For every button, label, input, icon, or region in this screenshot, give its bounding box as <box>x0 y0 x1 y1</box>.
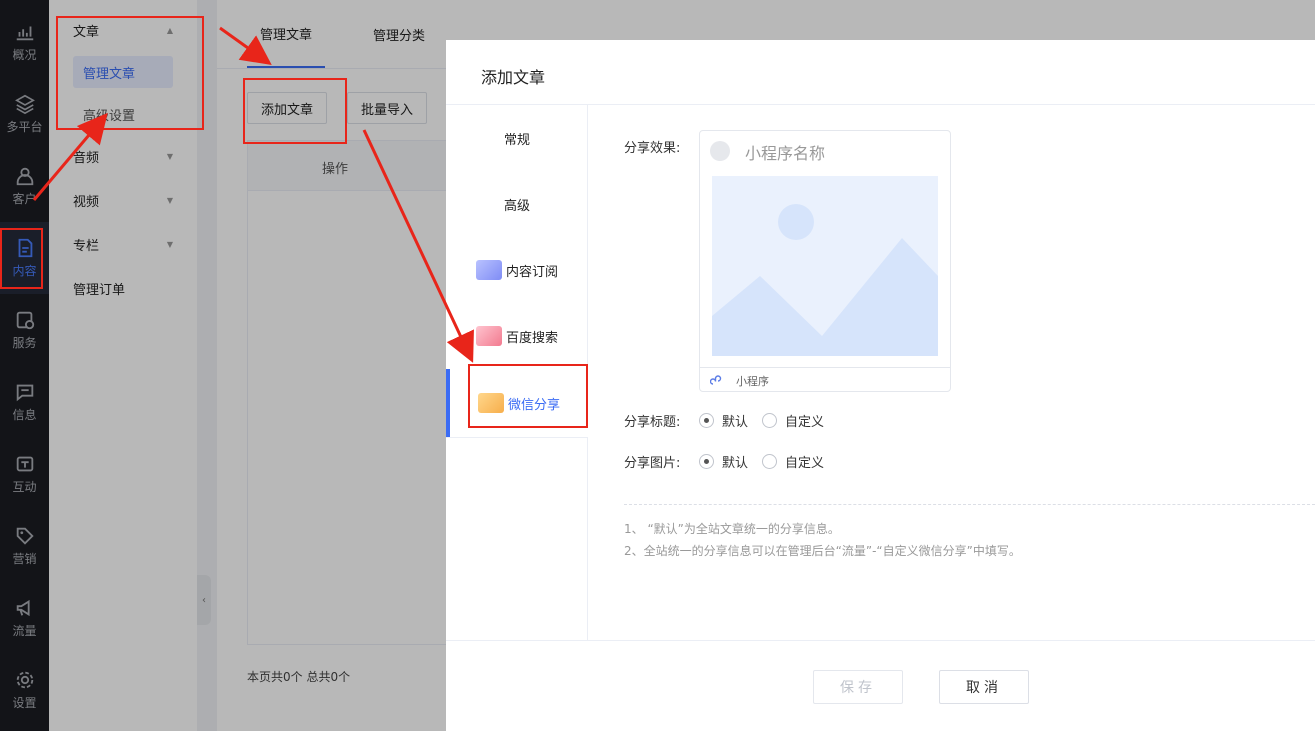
baidu-icon <box>475 326 502 346</box>
dashed-divider <box>624 504 1315 505</box>
preview-footer: 小程序 <box>700 367 950 392</box>
annotation-box-add-article <box>243 78 347 144</box>
subscribe-icon <box>475 260 502 280</box>
drawer-nav-subscribe[interactable]: 内容订阅 <box>446 237 588 303</box>
share-effect-label: 分享效果: <box>624 141 681 156</box>
drawer-nav-baidu[interactable]: 百度搜索 <box>446 303 588 369</box>
share-image-default-radio[interactable]: 默认 <box>699 452 748 471</box>
drawer-title: 添加文章 <box>481 68 546 87</box>
drawer-nav-baidu-label: 百度搜索 <box>505 330 558 346</box>
footer-divider <box>446 640 1315 641</box>
annotation-box-wechat-share <box>468 364 588 428</box>
preview-app-name: 小程序名称 <box>745 144 826 163</box>
preview-footer-label: 小程序 <box>736 375 769 388</box>
annotation-box-article-menu <box>56 16 204 130</box>
share-image-custom-radio[interactable]: 自定义 <box>762 452 824 471</box>
avatar-icon <box>710 141 730 161</box>
radio-checked-icon <box>699 454 714 469</box>
save-button[interactable]: 保存 <box>813 670 903 704</box>
share-title-custom-radio[interactable]: 自定义 <box>762 411 824 430</box>
share-title-label: 分享标题: <box>624 415 681 430</box>
drawer-nav-subscribe-label: 内容订阅 <box>505 264 558 280</box>
help-note-1: 1、 “默认”为全站文章统一的分享信息。 <box>624 522 840 536</box>
help-note-2: 2、全站统一的分享信息可以在管理后台“流量”-“自定义微信分享”中填写。 <box>624 544 1021 558</box>
radio-label: 默认 <box>722 456 749 471</box>
radio-label: 自定义 <box>785 415 825 430</box>
radio-unchecked-icon <box>762 413 777 428</box>
drawer-nav-advanced[interactable]: 高级 <box>446 171 588 237</box>
mini-program-icon <box>710 375 722 385</box>
share-image-label: 分享图片: <box>624 456 681 471</box>
radio-unchecked-icon <box>762 454 777 469</box>
share-title-default-radio[interactable]: 默认 <box>699 411 748 430</box>
radio-checked-icon <box>699 413 714 428</box>
radio-label: 默认 <box>722 415 749 430</box>
image-placeholder-icon <box>712 204 938 356</box>
cancel-button[interactable]: 取消 <box>939 670 1029 704</box>
nav-divider <box>446 437 588 438</box>
share-preview-card: 小程序名称 小程序 <box>699 130 951 392</box>
annotation-box-content-rail <box>0 228 43 289</box>
drawer-nav-general[interactable]: 常规 <box>446 105 588 171</box>
radio-label: 自定义 <box>785 456 825 471</box>
image-placeholder <box>712 176 938 356</box>
